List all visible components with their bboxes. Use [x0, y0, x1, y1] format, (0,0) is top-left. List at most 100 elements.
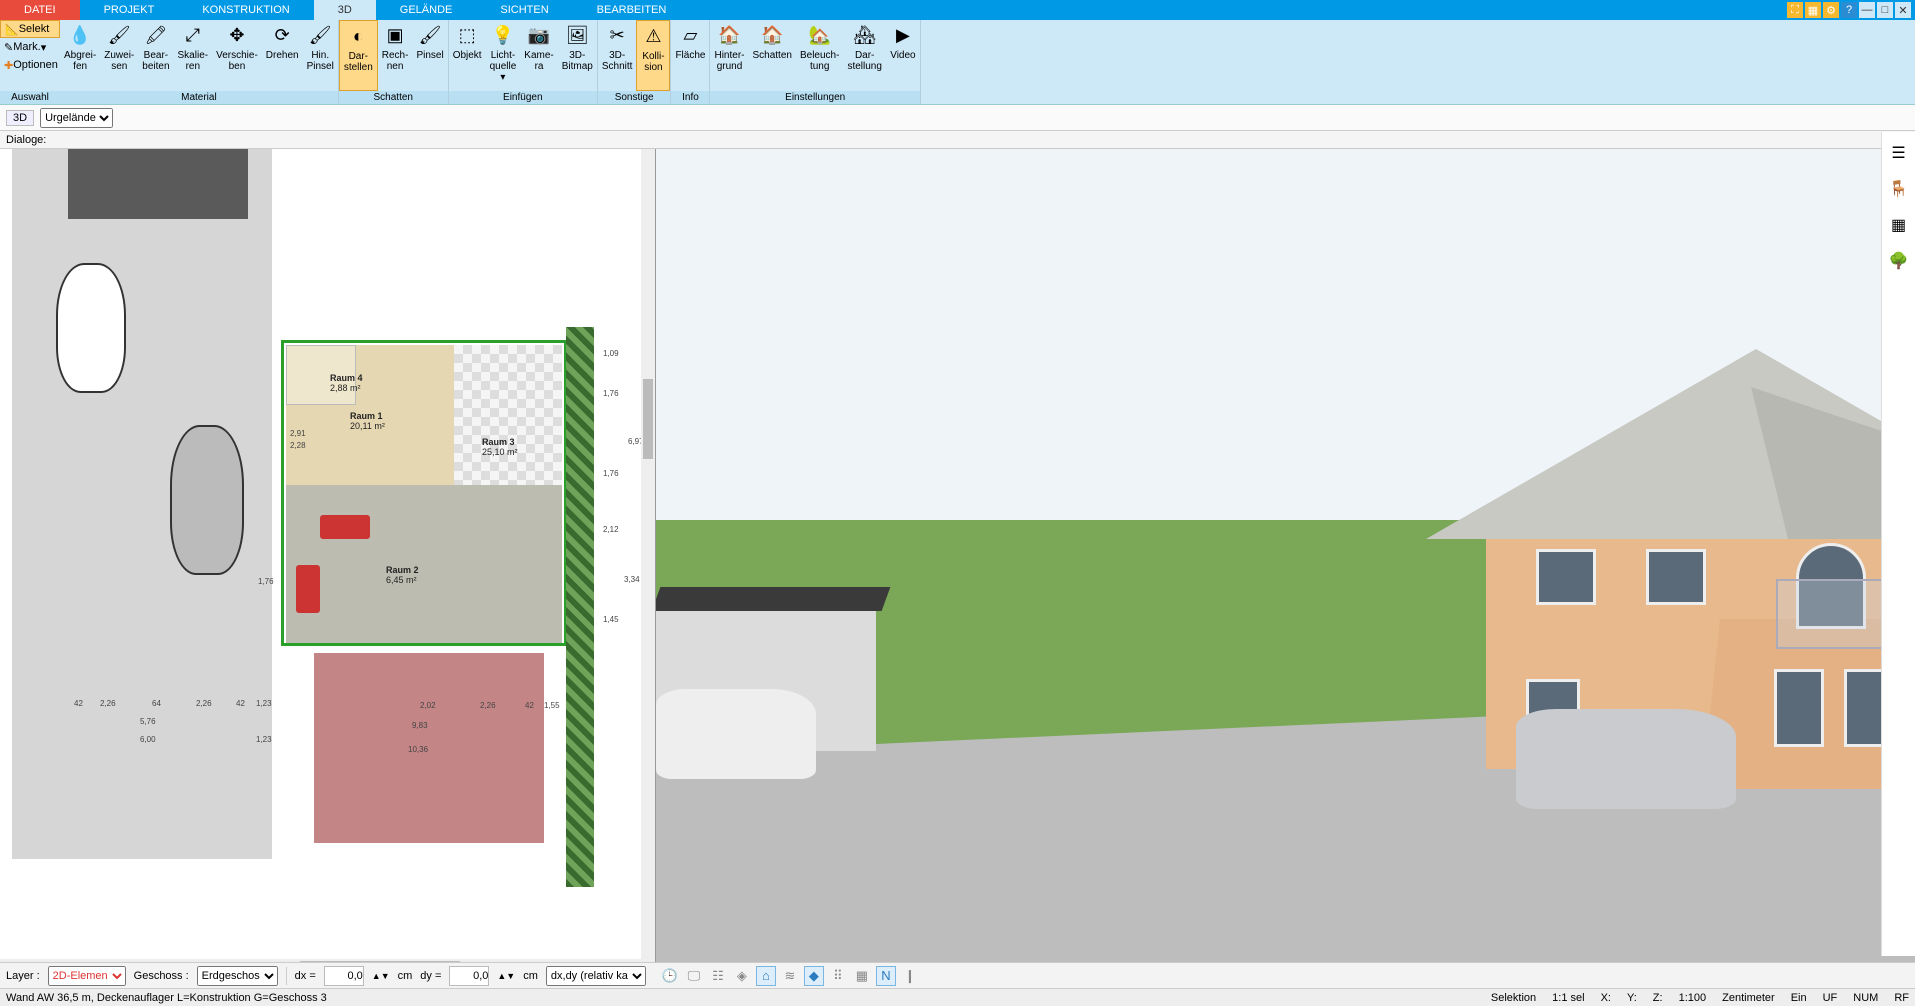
- maximize-icon[interactable]: □: [1877, 2, 1893, 18]
- workspace: Raum 42,88 m² Raum 120,11 m² Raum 325,10…: [0, 149, 1915, 973]
- tab-projekt[interactable]: PROJEKT: [80, 0, 179, 20]
- selekt-button[interactable]: 📐 Selekt: [0, 20, 60, 38]
- car-3d-white: [656, 689, 816, 779]
- dim-123a: 1,23: [256, 699, 272, 708]
- schatten-rechnen-button[interactable]: ▣Rech- nen: [378, 20, 413, 91]
- bearbeiten-button[interactable]: 🖍Bear- beiten: [138, 20, 173, 91]
- schatten-pinsel-button[interactable]: 🖌Pinsel: [412, 20, 447, 91]
- status-bar: Wand AW 36,5 m, Deckenauflager L=Konstru…: [0, 988, 1915, 1006]
- settings-icon[interactable]: ⚙: [1823, 2, 1839, 18]
- skalieren-button[interactable]: ⤢Skalie- ren: [174, 20, 213, 91]
- mode-tag: 3D: [6, 110, 34, 126]
- schatten-einst-button[interactable]: 🏠Schatten: [748, 20, 795, 91]
- beleuchtung-button[interactable]: 🏡Beleuch- tung: [796, 20, 843, 91]
- einstellungen-group-label: Einstellungen: [710, 91, 919, 104]
- rotate-icon: ⟳: [270, 24, 294, 48]
- hinpinsel-button[interactable]: 🖌Hin. Pinsel: [303, 20, 338, 91]
- tab-sichten[interactable]: SICHTEN: [476, 0, 572, 20]
- hintergrund-button[interactable]: 🏠Hinter- grund: [710, 20, 748, 91]
- status-y: Y:: [1627, 992, 1637, 1004]
- eyedropper-icon: 💧: [68, 24, 92, 48]
- flaeche-button[interactable]: ▱Fläche: [671, 20, 709, 91]
- grid-icon[interactable]: ▦: [852, 966, 872, 986]
- status-scale: 1:100: [1679, 992, 1707, 1004]
- darstellung-button[interactable]: 🏘Dar- stellung: [843, 20, 885, 91]
- objekt-button[interactable]: ⬚Objekt: [449, 20, 486, 91]
- layer-dropdown[interactable]: 2D-Elemen: [48, 966, 126, 986]
- window-ul-2: [1646, 549, 1706, 605]
- tree-icon[interactable]: 🌳: [1888, 250, 1910, 272]
- close-icon[interactable]: ✕: [1895, 2, 1911, 18]
- verschieben-button[interactable]: ✥Verschie- ben: [212, 20, 262, 91]
- view-2d[interactable]: Raum 42,88 m² Raum 120,11 m² Raum 325,10…: [0, 149, 656, 973]
- relativ-dropdown[interactable]: dx,dy (relativ ka: [546, 966, 646, 986]
- camera-icon: 📷: [527, 24, 551, 48]
- tab-gelaende[interactable]: GELÄNDE: [376, 0, 477, 20]
- label-room2: Raum 26,45 m²: [386, 565, 419, 585]
- kollision-button[interactable]: ⚠Kolli- sion: [636, 20, 670, 91]
- house-nav-icon[interactable]: ⌂: [756, 966, 776, 986]
- cube-icon[interactable]: ◆: [804, 966, 824, 986]
- schatten-darstellen-button[interactable]: ◐Dar- stellen: [339, 20, 378, 91]
- tab-bearbeiten[interactable]: BEARBEITEN: [573, 0, 691, 20]
- window-ll-2: [1774, 669, 1824, 747]
- layer-select[interactable]: Urgelände: [40, 108, 113, 128]
- palette-icon[interactable]: ▦: [1888, 214, 1910, 236]
- bitmap-button[interactable]: 🖼3D- Bitmap: [558, 20, 597, 91]
- hedge: [566, 327, 594, 887]
- dialoge-bar: Dialoge:: [0, 131, 1915, 149]
- car-plan-1: [56, 263, 126, 393]
- vscrollbar-2d[interactable]: [641, 149, 655, 959]
- clock-icon[interactable]: 🕒: [660, 966, 680, 986]
- abgreifen-button[interactable]: 💧Abgrei- fen: [60, 20, 100, 91]
- screen-icon[interactable]: 🖵: [684, 966, 704, 986]
- schnitt-button[interactable]: ✂3D- Schnitt: [598, 20, 637, 91]
- background-icon: 🏠: [717, 24, 741, 48]
- tile-icon[interactable]: ▦: [1805, 2, 1821, 18]
- lichtquelle-button[interactable]: 💡Licht- quelle ▾: [486, 20, 521, 91]
- tab-3d[interactable]: 3D: [314, 0, 376, 20]
- move-icon: ✥: [225, 24, 249, 48]
- schatten-group-label: Schatten: [339, 91, 448, 104]
- fullscreen-icon[interactable]: ⛶: [1787, 2, 1803, 18]
- status-num: NUM: [1853, 992, 1878, 1004]
- dim-64: 64: [152, 699, 161, 708]
- grid-dots-icon[interactable]: ⠿: [828, 966, 848, 986]
- zuweisen-button[interactable]: 🖌Zuwei- sen: [100, 20, 138, 91]
- garage-roof-3d: [656, 587, 890, 611]
- stack-icon[interactable]: ☷: [708, 966, 728, 986]
- section-icon: ✂: [605, 24, 629, 48]
- n-toggle[interactable]: N: [876, 966, 896, 986]
- shadow-calc-icon: ▣: [383, 24, 407, 48]
- layers2-icon[interactable]: ≋: [780, 966, 800, 986]
- optionen-button[interactable]: ✚ Optionen: [0, 56, 60, 74]
- view-3d[interactable]: [656, 149, 1915, 973]
- dim-42b: 42: [236, 699, 245, 708]
- mark-button[interactable]: ✎ Mark. ▾: [0, 38, 60, 56]
- dim-109: 1,09: [603, 349, 619, 358]
- ribbon-group-info: ▱Fläche Info: [671, 20, 710, 104]
- caret-icon[interactable]: ❙: [900, 966, 920, 986]
- layers-icon[interactable]: ☰: [1888, 142, 1910, 164]
- auswahl-group-label: Auswahl: [0, 91, 60, 104]
- dim-42a: 42: [74, 699, 83, 708]
- bottom-bar: Layer : 2D-Elemen Geschoss : Erdgeschos …: [0, 962, 1915, 988]
- furniture-icon[interactable]: 🪑: [1888, 178, 1910, 200]
- status-uf: UF: [1823, 992, 1838, 1004]
- sonstige-group-label: Sonstige: [598, 91, 671, 104]
- video-button[interactable]: ▶Video: [886, 20, 920, 91]
- status-unit: Zentimeter: [1722, 992, 1775, 1004]
- geschoss-dropdown[interactable]: Erdgeschos: [197, 966, 278, 986]
- garage-top: [68, 149, 248, 219]
- tab-konstruktion[interactable]: KONSTRUKTION: [178, 0, 313, 20]
- kamera-button[interactable]: 📷Kame- ra: [520, 20, 557, 91]
- help-icon[interactable]: ?: [1841, 2, 1857, 18]
- material-group-label: Material: [60, 91, 338, 104]
- dy-input[interactable]: [449, 966, 489, 986]
- minimize-icon[interactable]: —: [1859, 2, 1875, 18]
- tab-datei[interactable]: DATEI: [0, 0, 80, 20]
- dx-input[interactable]: [324, 966, 364, 986]
- drehen-button[interactable]: ⟳Drehen: [262, 20, 303, 91]
- diamond-icon[interactable]: ◈: [732, 966, 752, 986]
- dim-155: 1,55: [544, 701, 560, 710]
